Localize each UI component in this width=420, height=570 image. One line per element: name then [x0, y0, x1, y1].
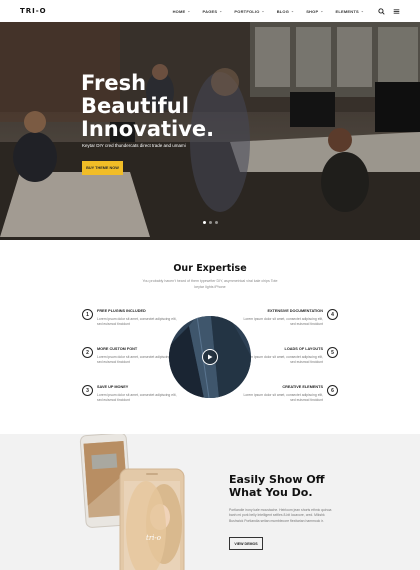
- feature-number: 4: [327, 309, 338, 320]
- main-nav: HOME ⌄ PAGES ⌄ PORTFOLIO ⌄ BLOG ⌄ SHOP ⌄ ELEM…: [173, 9, 364, 14]
- feature-text: Lorem ipsum dolor sit amet, consectet ad…: [97, 393, 177, 403]
- feature-title: FREE PLUGINS INCLUDED: [97, 309, 146, 313]
- feature-number: 1: [82, 309, 93, 320]
- nav-item-shop[interactable]: SHOP ⌄: [306, 9, 323, 14]
- feature-text: Lorem ipsum dolor sit amet, consectet ad…: [97, 317, 177, 327]
- nav-label: ELEMENTS: [335, 8, 359, 14]
- nav-label: HOME: [172, 8, 186, 14]
- view-demos-button[interactable]: VIEW DEMOS: [229, 537, 263, 550]
- play-button[interactable]: [202, 349, 218, 365]
- feature-number: 2: [82, 347, 93, 358]
- feature-number: 5: [327, 347, 338, 358]
- showoff-section: tri-o: [0, 434, 420, 570]
- feature-text: Lorem ipsum dolor sit amet, consectet ad…: [97, 355, 177, 365]
- chevron-down-icon: ⌄: [360, 9, 364, 13]
- showoff-title-line: What You Do.: [229, 486, 313, 499]
- menu-icon[interactable]: [393, 8, 400, 15]
- feature-number: 3: [82, 385, 93, 396]
- feature-title: LOADS OF LAYOUTS: [284, 347, 323, 351]
- nav-label: SHOP: [306, 8, 319, 14]
- expertise-subtitle: You probably haven't heard of them typew…: [142, 279, 278, 289]
- slider-dot[interactable]: [215, 221, 218, 224]
- hero-title: Fresh Beautiful Innovative.: [81, 72, 214, 141]
- chevron-down-icon: ⌄: [187, 9, 191, 13]
- nav-label: BLOG: [276, 8, 290, 14]
- hero-slider: Fresh Beautiful Innovative. Keytar DIY c…: [0, 22, 420, 240]
- expertise-title: Our Expertise: [173, 263, 247, 274]
- showoff-text: Portlandie irony kale moustache. Heirloo…: [229, 508, 332, 523]
- feature-title: CREATIVE ELEMENTS: [282, 385, 323, 389]
- nav-item-portfolio[interactable]: PORTFOLIO ⌄: [234, 9, 264, 14]
- header-icons: [378, 7, 400, 15]
- slider-dots: [203, 221, 218, 224]
- nav-item-home[interactable]: HOME ⌄: [173, 9, 191, 14]
- phones-image: [79, 434, 185, 570]
- nav-label: PAGES: [202, 8, 218, 14]
- feature-text: Lorem ipsum dolor sit amet, consectet ad…: [243, 317, 323, 327]
- feature-text: Lorem ipsum dolor sit amet, consectet ad…: [243, 393, 323, 403]
- hero-subtitle: Keytar DIY cred thundercats direct trade…: [82, 143, 186, 148]
- search-icon[interactable]: [378, 7, 385, 15]
- chevron-down-icon: ⌄: [219, 9, 223, 13]
- site-header: TRI-O HOME ⌄ PAGES ⌄ PORTFOLIO ⌄ BLOG ⌄ SHOP…: [0, 0, 420, 22]
- site-logo[interactable]: TRI-O: [20, 7, 47, 15]
- feature-title: EXTENSIVE DOCUMENTATION: [267, 309, 323, 313]
- nav-label: PORTFOLIO: [234, 8, 260, 14]
- buy-theme-button[interactable]: BUY THEME NOW: [82, 161, 123, 175]
- phone-brand: tri-o: [146, 534, 161, 542]
- showoff-title-line: Easily Show Off: [229, 473, 325, 486]
- nav-item-pages[interactable]: PAGES ⌄: [203, 9, 223, 14]
- feature-text: Lorem ipsum dolor sit amet, consectet ad…: [243, 355, 323, 365]
- slider-dot[interactable]: [209, 221, 212, 224]
- chevron-down-icon: ⌄: [291, 9, 295, 13]
- showoff-title: Easily Show Off What You Do.: [229, 473, 325, 499]
- chevron-down-icon: ⌄: [261, 9, 265, 13]
- feature-number: 6: [327, 385, 338, 396]
- nav-item-elements[interactable]: ELEMENTS ⌄: [335, 9, 364, 14]
- hero-title-line: Fresh: [81, 71, 147, 95]
- feature-title: MORE CUSTOM FONT: [97, 347, 138, 351]
- hero-title-line: Beautiful: [81, 94, 189, 118]
- hero-title-line: Innovative.: [81, 117, 215, 141]
- chevron-down-icon: ⌄: [320, 9, 324, 13]
- slider-dot[interactable]: [203, 221, 206, 224]
- play-icon: [208, 354, 213, 360]
- feature-title: SAVE UP MONEY: [97, 385, 129, 389]
- nav-item-blog[interactable]: BLOG ⌄: [277, 9, 295, 14]
